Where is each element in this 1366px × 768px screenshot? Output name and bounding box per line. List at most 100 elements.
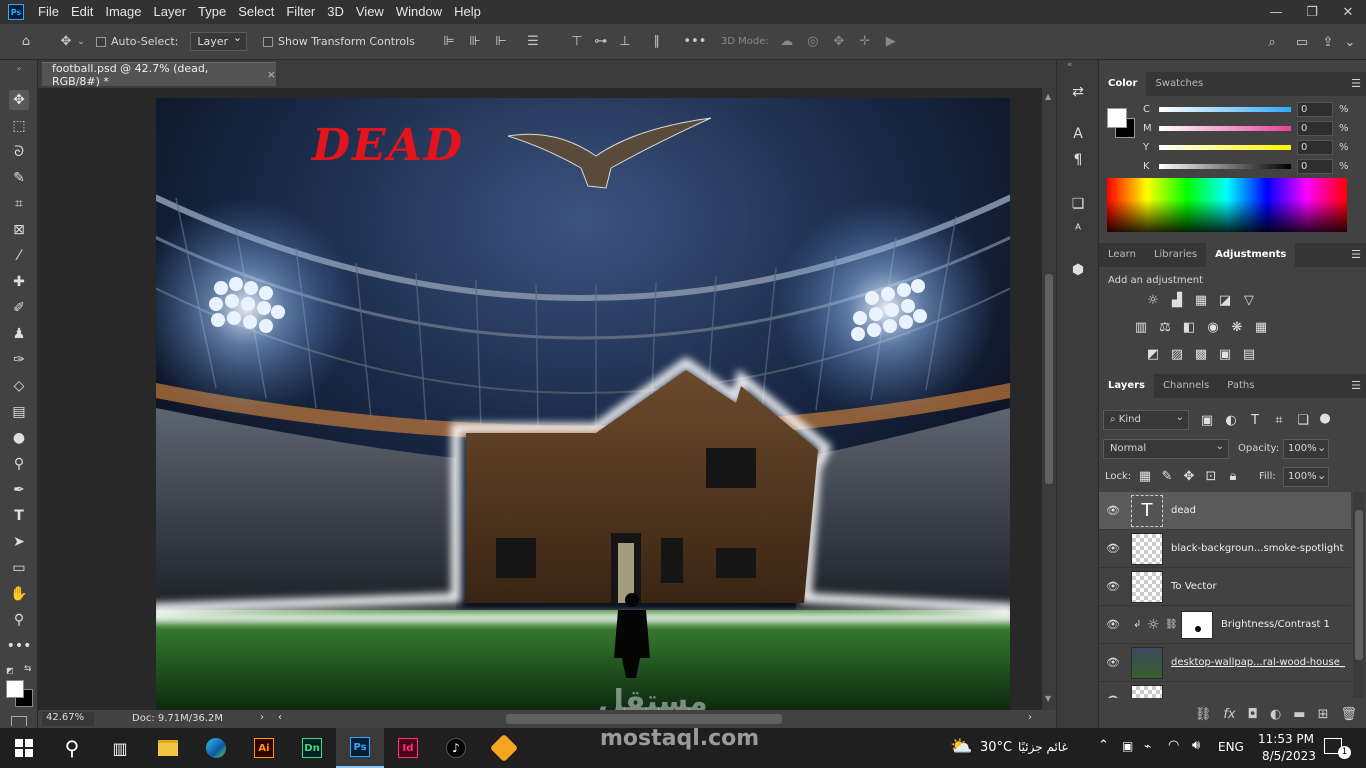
photoshop-taskbar-icon[interactable]: Ps	[336, 728, 384, 768]
photo-filter-icon[interactable]: ◉	[1205, 319, 1221, 335]
lock-image-icon[interactable]: ✎	[1159, 468, 1175, 484]
windows-start-icon[interactable]	[0, 728, 48, 768]
invert-icon[interactable]: ◩	[1145, 346, 1161, 362]
tab-adjustments[interactable]: Adjustments	[1206, 243, 1296, 267]
slider-magenta[interactable]: M 0 %	[1143, 119, 1349, 138]
3d-orbit-icon[interactable]: ☁	[777, 32, 797, 52]
paragraph-panel-icon[interactable]: ¶	[1068, 150, 1088, 170]
artwork[interactable]: DEAD	[156, 98, 1010, 710]
marquee-tool-icon[interactable]: ⬚	[9, 116, 29, 136]
lock-position-icon[interactable]: ✥	[1181, 468, 1197, 484]
blend-mode-dropdown[interactable]: Normal ⌄	[1103, 439, 1229, 459]
weather-temp[interactable]: 30°C	[980, 740, 1012, 755]
search-icon[interactable]: ⚲	[48, 728, 96, 768]
add-mask-icon[interactable]: ◘	[1248, 707, 1258, 722]
new-adjustment-icon[interactable]: ◐	[1270, 707, 1281, 722]
scroll-right-icon[interactable]: ›	[1028, 712, 1032, 723]
tab-paths[interactable]: Paths	[1218, 374, 1263, 398]
layer-mask-thumbnail[interactable]	[1181, 610, 1213, 639]
chevron-down-icon[interactable]: ⌄	[76, 32, 86, 52]
curves-icon[interactable]: ▦	[1193, 292, 1209, 308]
move-tool-icon[interactable]: ✥	[56, 32, 76, 52]
tiktok-icon[interactable]: ♪	[432, 728, 480, 768]
collapse-arrows-icon[interactable]: «	[1067, 60, 1073, 70]
chevron-down-icon[interactable]: ⌄	[1317, 469, 1326, 482]
path-select-tool-icon[interactable]: ➤	[9, 532, 29, 552]
eye-icon[interactable]: 👁︎	[1099, 504, 1127, 517]
quick-mask-icon[interactable]	[11, 716, 27, 726]
align-bottom-icon[interactable]: ⊥	[615, 32, 635, 52]
edit-toolbar-icon[interactable]: •••	[7, 636, 32, 656]
weather-text[interactable]: غائم جزئيًا	[1018, 740, 1068, 754]
tray-charging-icon[interactable]: ⌁	[1144, 739, 1151, 753]
default-colors-icon[interactable]: ◩	[6, 666, 14, 675]
layer-row[interactable]: 👁︎ T dead	[1099, 492, 1351, 530]
panel-menu-icon[interactable]: ☰	[1351, 374, 1361, 398]
more-options-icon[interactable]: •••	[683, 32, 706, 52]
slider-cyan[interactable]: C 0 %	[1143, 100, 1349, 119]
task-view-icon[interactable]: ▥	[96, 728, 144, 768]
threshold-icon[interactable]: ▩	[1193, 346, 1209, 362]
selective-color-icon[interactable]: ▣	[1217, 346, 1233, 362]
close-icon[interactable]: ✕	[1330, 0, 1366, 24]
auto-select-checkbox[interactable]	[96, 36, 106, 47]
vibrance-icon[interactable]: ▽	[1241, 292, 1257, 308]
clock-date[interactable]: 8/5/2023	[1262, 749, 1316, 763]
color-balance-icon[interactable]: ⚖	[1157, 319, 1173, 335]
dimension-icon[interactable]: Dn	[288, 728, 336, 768]
menu-help[interactable]: Help	[448, 0, 487, 24]
3d-pan-icon[interactable]: ✥	[829, 32, 849, 52]
exposure-icon[interactable]: ◪	[1217, 292, 1233, 308]
menu-edit[interactable]: Edit	[65, 0, 99, 24]
indesign-icon[interactable]: Id	[384, 728, 432, 768]
tab-swatches[interactable]: Swatches	[1146, 72, 1212, 96]
cyan-value[interactable]: 0	[1297, 102, 1333, 117]
history-brush-tool-icon[interactable]: ✑	[9, 350, 29, 370]
eye-icon[interactable]: 👁︎	[1099, 618, 1127, 631]
layer-row[interactable]: 👁︎	[1099, 682, 1351, 698]
auto-select-dropdown[interactable]: Layer	[190, 31, 248, 51]
zoom-tool-icon[interactable]: ⚲	[9, 610, 29, 630]
color-foreground-swatch[interactable]	[1107, 108, 1127, 128]
frame-tool-icon[interactable]: ⊠	[9, 220, 29, 240]
vertical-scrollbar[interactable]: ▲ ▼	[1042, 88, 1056, 710]
lock-artboard-icon[interactable]: ⊡	[1203, 468, 1219, 484]
search-icon[interactable]: ⌕	[1262, 32, 1282, 52]
slider-black[interactable]: K 0 %	[1143, 157, 1349, 176]
document-tab[interactable]: football.psd @ 42.7% (dead, RGB/8#) * ×	[42, 62, 276, 88]
slider-yellow[interactable]: Y 0 %	[1143, 138, 1349, 157]
eye-icon[interactable]: 👁︎	[1099, 542, 1127, 555]
align-middle-icon[interactable]: ⊶	[591, 32, 611, 52]
history-panel-icon[interactable]: ⇄	[1068, 82, 1088, 102]
chevron-down-icon[interactable]: ⌄	[1317, 441, 1326, 454]
app-icon[interactable]	[480, 728, 528, 768]
foreground-color-swatch[interactable]	[6, 680, 24, 698]
3d-panel-icon[interactable]: ⬢	[1068, 260, 1088, 280]
layer-row[interactable]: 👁︎ black-backgroun...smoke-spotlight	[1099, 530, 1351, 568]
menu-3d[interactable]: 3D	[321, 0, 350, 24]
language-indicator[interactable]: ENG	[1218, 740, 1244, 754]
tray-chevron-icon[interactable]: ⌃	[1098, 738, 1109, 753]
distribute-vertical-icon[interactable]: ∥	[647, 32, 667, 52]
volume-icon[interactable]: 🔊︎	[1192, 738, 1200, 753]
quick-select-tool-icon[interactable]: ✎	[9, 168, 29, 188]
vertical-scroll-thumb[interactable]	[1045, 274, 1053, 484]
pen-tool-icon[interactable]: ✒	[9, 480, 29, 500]
dodge-tool-icon[interactable]: ⚲	[9, 454, 29, 474]
black-value[interactable]: 0	[1297, 159, 1333, 174]
color-spectrum[interactable]	[1107, 178, 1347, 232]
workspace-icon[interactable]: ▭	[1292, 32, 1312, 52]
horizontal-scroll-thumb[interactable]	[506, 714, 782, 724]
filter-adjustment-icon[interactable]: ◐	[1223, 412, 1239, 428]
transform-controls-checkbox[interactable]	[263, 36, 274, 47]
link-layers-icon[interactable]: ⛓	[1195, 707, 1212, 722]
layer-row[interactable]: 👁︎ To Vector	[1099, 568, 1351, 606]
status-arrow-icon[interactable]: ›	[260, 712, 264, 723]
distribute-icon[interactable]: ☰	[523, 32, 543, 52]
eye-icon[interactable]: 👁︎	[1099, 694, 1127, 698]
restore-icon[interactable]: ❐	[1294, 0, 1330, 24]
menu-select[interactable]: Select	[232, 0, 280, 24]
hand-tool-icon[interactable]: ✋	[9, 584, 29, 604]
menu-layer[interactable]: Layer	[148, 0, 193, 24]
clock-time[interactable]: 11:53 PM	[1258, 732, 1314, 746]
